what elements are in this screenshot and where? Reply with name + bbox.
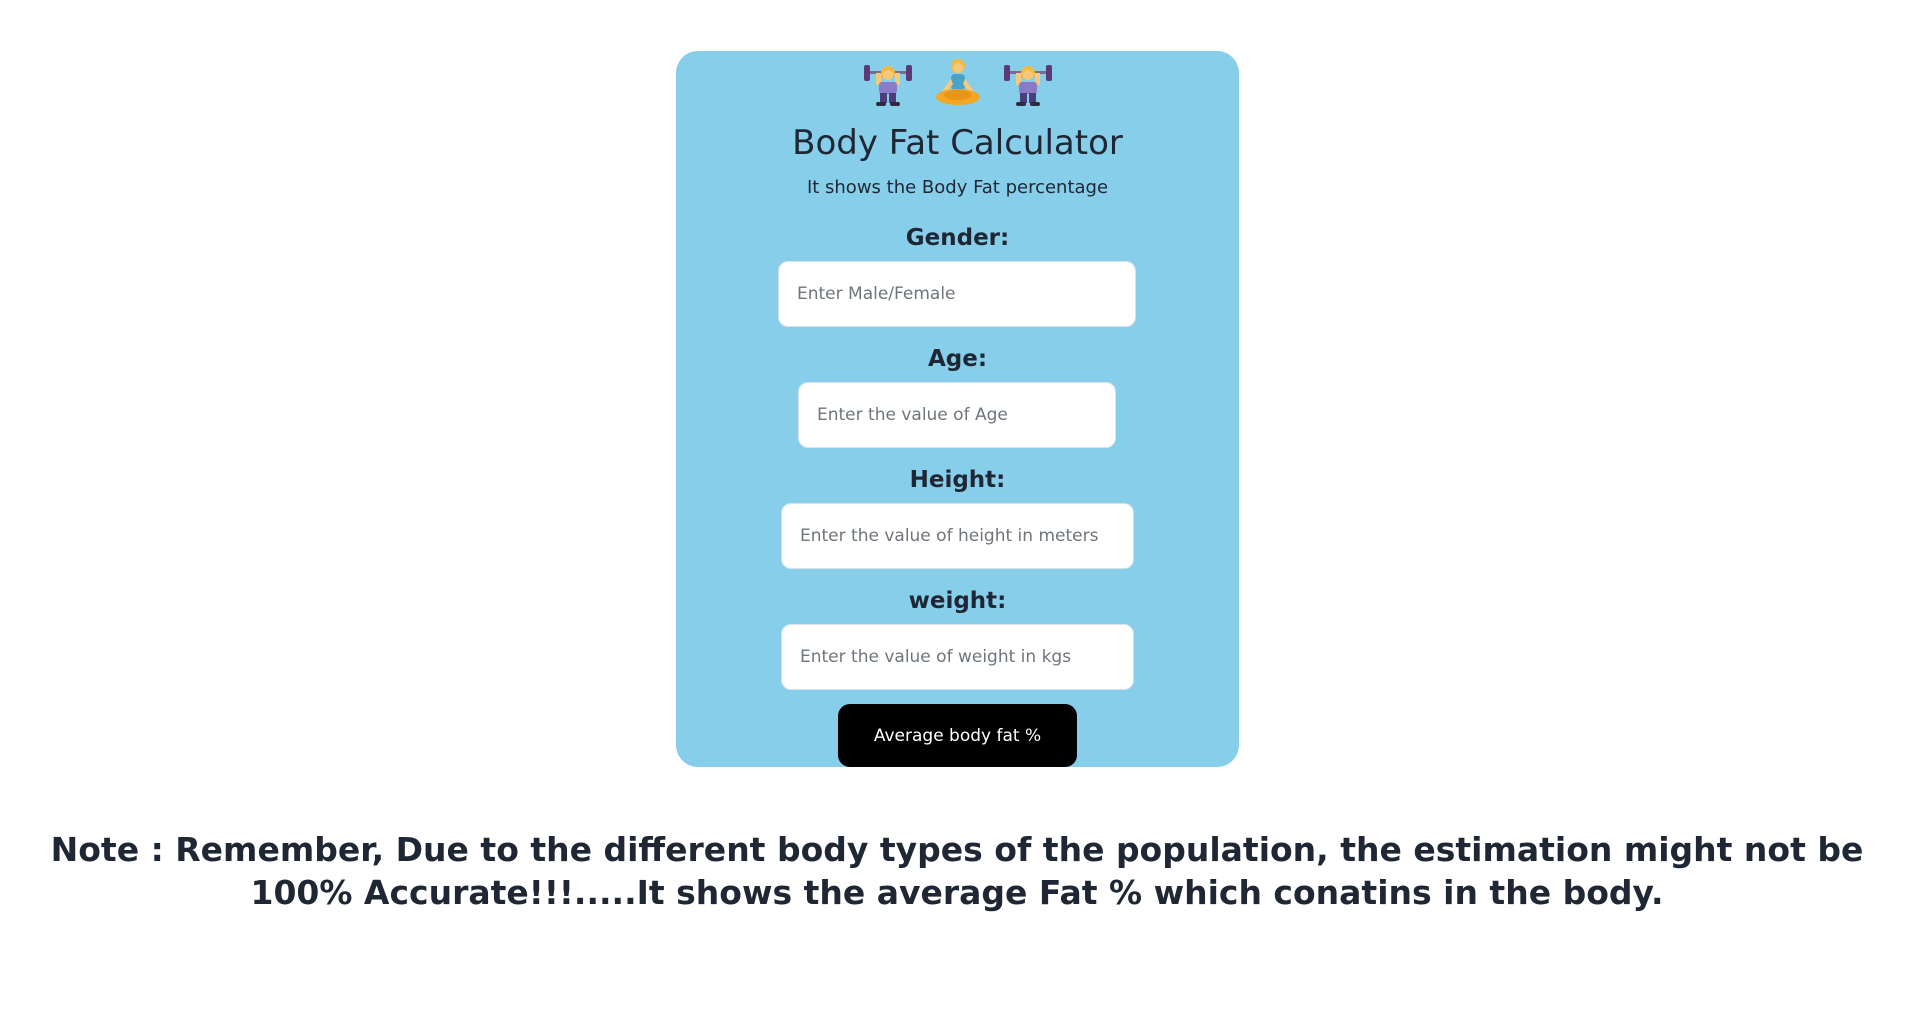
height-label: Height: <box>909 467 1006 493</box>
gender-label: Gender: <box>905 225 1010 251</box>
calculator-card: Body Fat Calculator It shows the Body Fa… <box>676 51 1239 767</box>
age-label: Age: <box>927 346 988 372</box>
page-title: Body Fat Calculator <box>792 123 1123 163</box>
average-body-fat-button[interactable]: Average body fat % <box>838 704 1077 767</box>
woman-lifting-weights-icon <box>862 57 914 109</box>
emoji-row <box>676 57 1239 109</box>
note-text: Note : Remember, Due to the different bo… <box>50 830 1864 912</box>
height-input[interactable] <box>781 503 1134 569</box>
age-input[interactable] <box>798 382 1116 448</box>
page-subtitle: It shows the Body Fat percentage <box>806 177 1109 198</box>
weight-input[interactable] <box>781 624 1134 690</box>
gender-input[interactable] <box>778 261 1136 327</box>
woman-lifting-weights-icon <box>1002 57 1054 109</box>
woman-in-lotus-position-icon <box>932 57 984 109</box>
weight-label: weight: <box>908 588 1007 614</box>
